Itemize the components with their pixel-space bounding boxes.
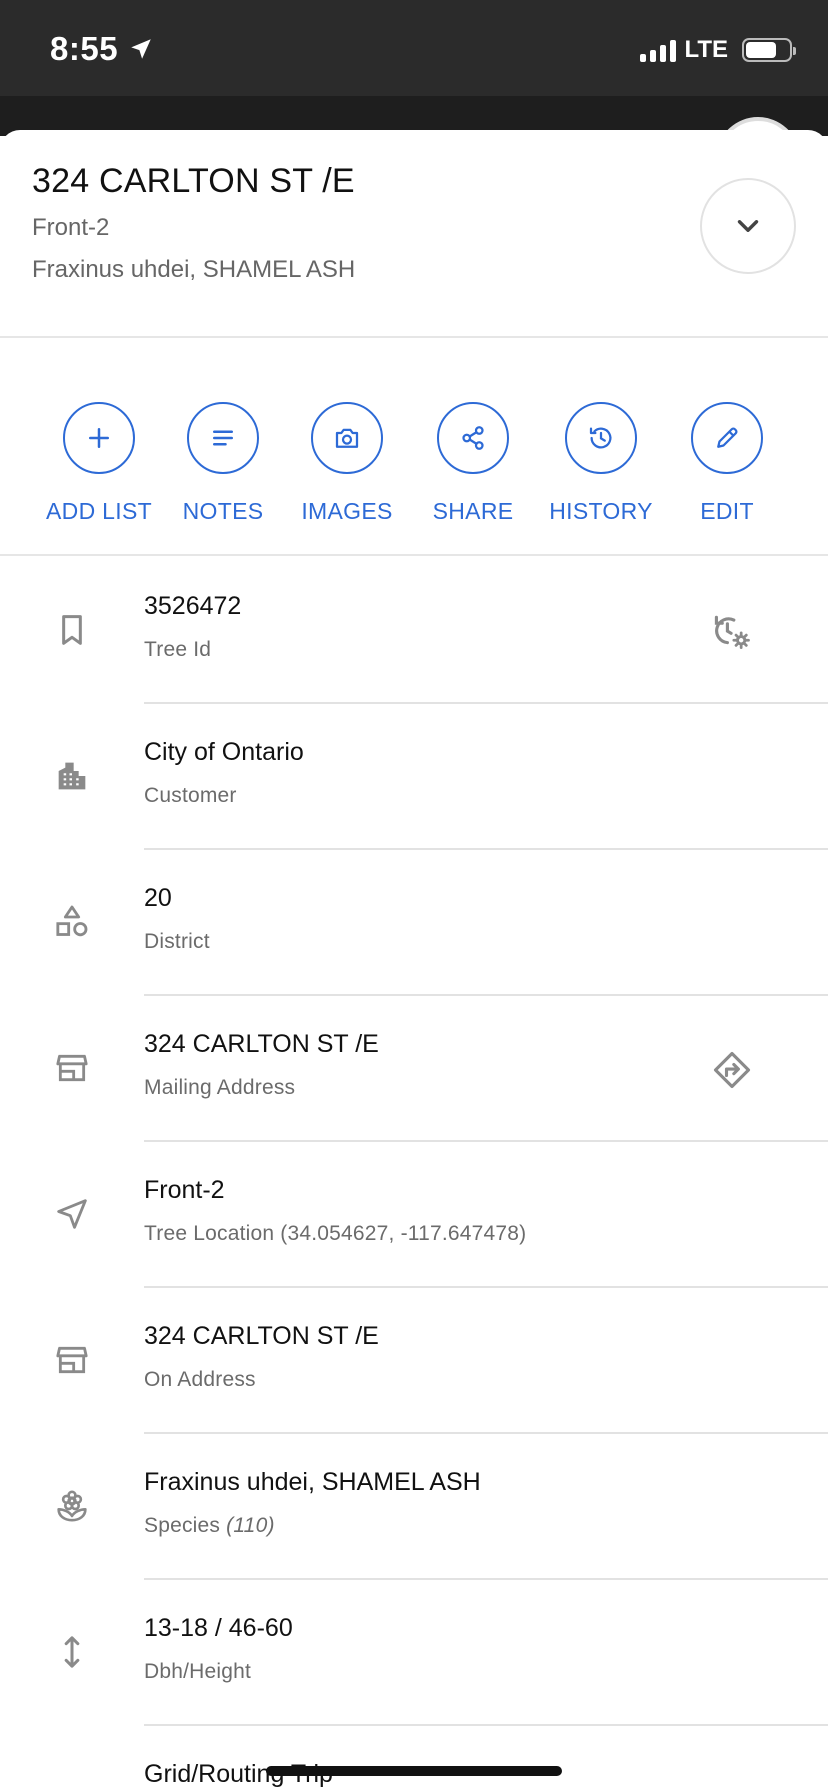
tree-id-value: 3526472 <box>144 592 242 620</box>
pencil-icon <box>717 427 738 448</box>
chevron-down-icon <box>737 220 759 232</box>
location-arrow-icon <box>131 39 151 59</box>
detail-row-district[interactable]: 20 District <box>0 850 828 996</box>
dbh-height-caption: Dbh/Height <box>144 1660 252 1683</box>
customer-caption: Customer <box>144 784 237 807</box>
detail-row-tree-id[interactable]: 3526472 Tree Id <box>0 558 828 704</box>
detail-row-customer[interactable]: City of Ontario Customer <box>0 704 828 850</box>
detail-row-tree-location[interactable]: Front-2 Tree Location (34.054627, -117.6… <box>0 1142 828 1288</box>
species-caption-label: Species <box>144 1514 221 1537</box>
header-species: Fraxinus uhdei, SHAMEL ASH <box>32 256 356 283</box>
sheet-header: 324 CARLTON ST /E Front-2 Fraxinus uhdei… <box>0 130 828 338</box>
add-list-circle[interactable] <box>63 402 135 474</box>
notes-icon <box>213 430 233 446</box>
tree-location-caption: Tree Location (34.054627, -117.647478) <box>144 1222 527 1245</box>
history-circle[interactable] <box>565 402 637 474</box>
district-caption: District <box>144 930 210 953</box>
detail-row-grid-routing[interactable]: Grid/Routing Trip <box>0 1726 828 1792</box>
on-address-caption: On Address <box>144 1368 256 1391</box>
history-settings-icon[interactable] <box>708 608 756 656</box>
edit-label: EDIT <box>700 498 754 524</box>
mailing-address-caption: Mailing Address <box>144 1076 296 1099</box>
species-value: Fraxinus uhdei, SHAMEL ASH <box>144 1468 481 1496</box>
mailing-address-value: 324 CARLTON ST /E <box>144 1030 379 1058</box>
tree-id-caption: Tree Id <box>144 638 212 661</box>
shapes-icon <box>50 900 94 944</box>
history-icon <box>589 427 612 449</box>
share-circle[interactable] <box>437 402 509 474</box>
detail-row-species[interactable]: Fraxinus uhdei, SHAMEL ASH Species (110) <box>0 1434 828 1580</box>
dbh-height-value: 13-18 / 46-60 <box>144 1614 293 1642</box>
action-bar: ADD LIST NOTES IMAGES SHARE HISTORY EDIT <box>0 338 828 556</box>
on-address-value: 324 CARLTON ST /E <box>144 1322 379 1350</box>
detail-row-on-address[interactable]: 324 CARLTON ST /E On Address <box>0 1288 828 1434</box>
plus-icon <box>89 428 109 448</box>
add-list-label: ADD LIST <box>46 498 152 524</box>
share-label: SHARE <box>432 498 514 524</box>
bookmark-icon <box>50 608 94 652</box>
tree-detail-sheet: 324 CARLTON ST /E Front-2 Fraxinus uhdei… <box>0 130 828 1792</box>
flower-icon <box>50 1484 94 1528</box>
status-indicators: LTE <box>640 36 796 64</box>
images-label: IMAGES <box>301 498 393 524</box>
collapse-button[interactable] <box>700 178 796 274</box>
status-bar: 8:55 LTE <box>0 0 828 96</box>
home-indicator <box>266 1766 562 1776</box>
status-time-text: 8:55 <box>50 30 119 67</box>
share-icon <box>462 426 484 450</box>
history-label: HISTORY <box>549 498 653 524</box>
customer-value: City of Ontario <box>144 738 304 766</box>
species-code: (110) <box>226 1514 275 1537</box>
detail-row-dbh-height[interactable]: 13-18 / 46-60 Dbh/Height <box>0 1580 828 1726</box>
header-location: Front-2 <box>32 214 110 241</box>
store-icon <box>50 1046 94 1090</box>
building-icon <box>50 754 94 798</box>
cell-signal-icon <box>640 38 677 62</box>
detail-row-mailing-address[interactable]: 324 CARLTON ST /E Mailing Address <box>0 996 828 1142</box>
images-circle[interactable] <box>311 402 383 474</box>
directions-icon[interactable] <box>708 1046 756 1094</box>
edit-circle[interactable] <box>691 402 763 474</box>
navigation-icon <box>50 1192 94 1236</box>
network-type: LTE <box>684 36 728 63</box>
page-title: 324 CARLTON ST /E <box>32 162 355 200</box>
species-caption: Species (110) <box>144 1514 275 1538</box>
notes-label: NOTES <box>182 498 264 524</box>
battery-icon <box>742 38 796 62</box>
camera-icon <box>335 428 359 448</box>
district-value: 20 <box>144 884 172 912</box>
store-icon <box>50 1338 94 1382</box>
tree-location-value: Front-2 <box>144 1176 225 1204</box>
notes-circle[interactable] <box>187 402 259 474</box>
vertical-arrows-icon <box>50 1630 94 1674</box>
status-time: 8:55 <box>50 30 154 68</box>
